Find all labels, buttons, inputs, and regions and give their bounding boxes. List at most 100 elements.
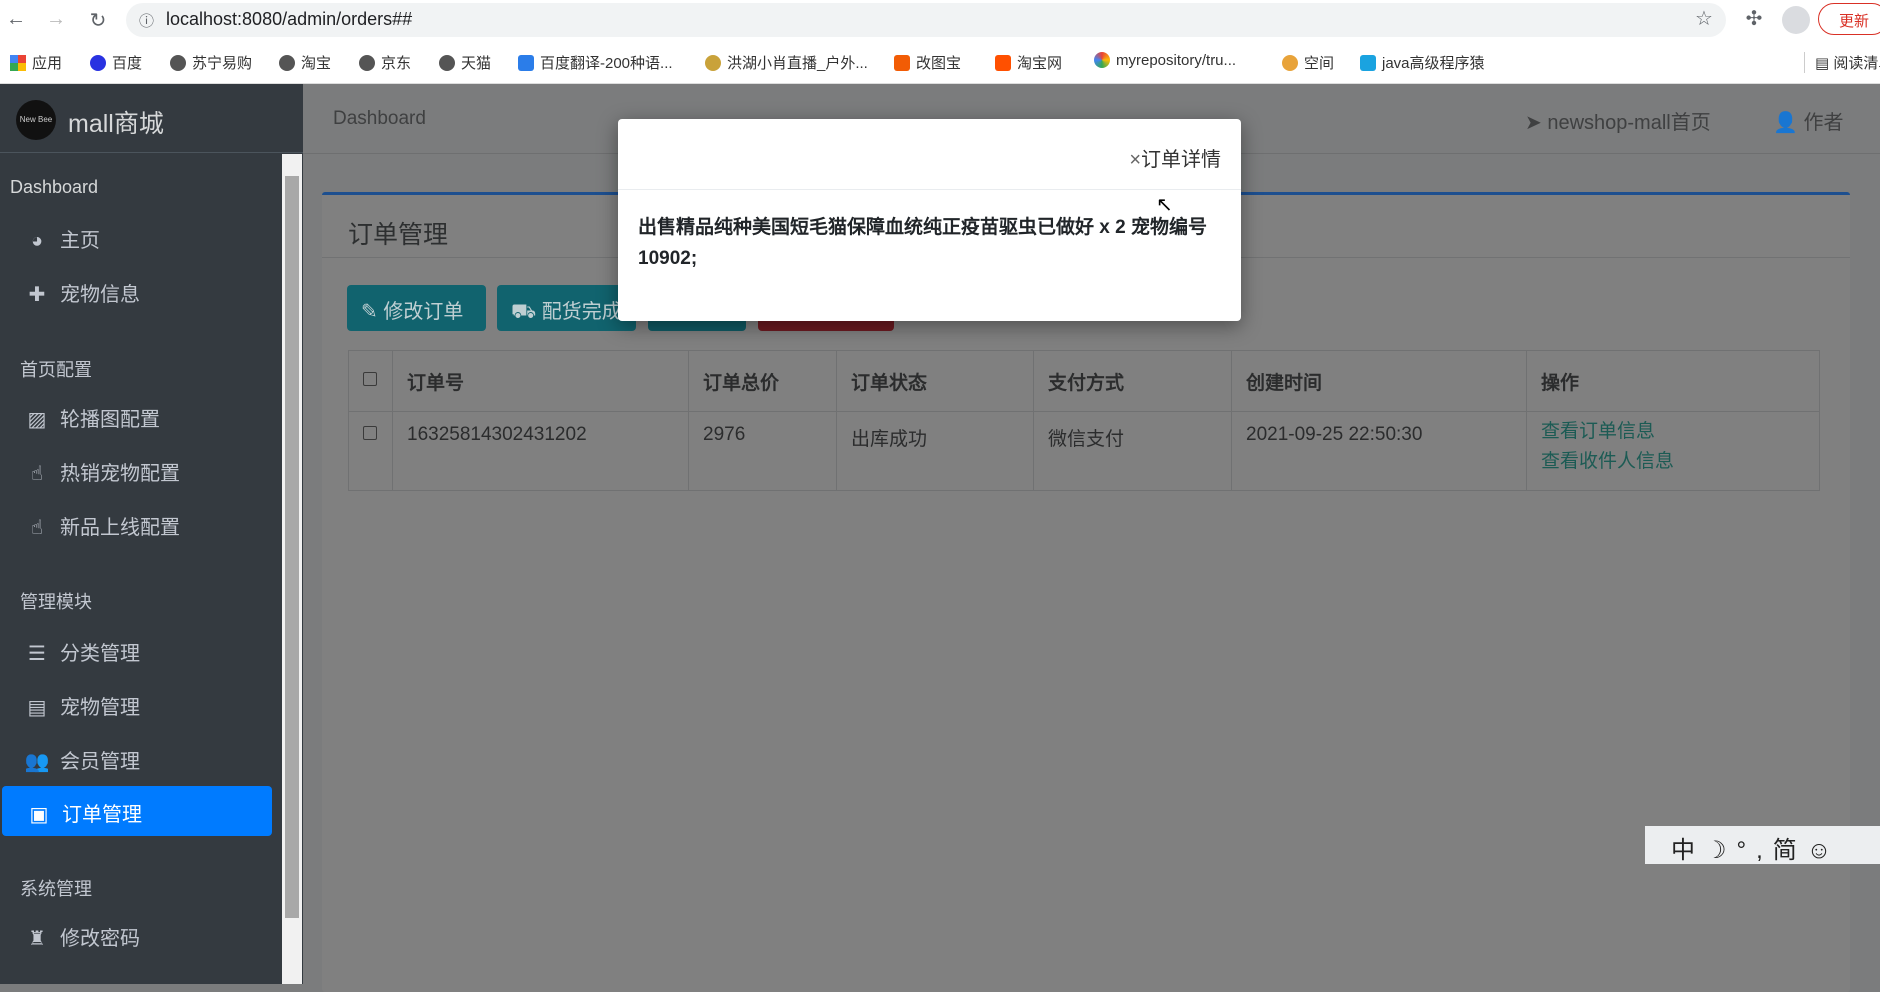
- scrollbar-thumb[interactable]: [285, 176, 299, 918]
- bookmark[interactable]: 淘宝网: [995, 52, 1062, 73]
- modal-header: ×订单详情: [618, 119, 1241, 190]
- bookmark[interactable]: 洪湖小肖直播_户外...: [705, 52, 868, 73]
- ime-toolbar: 中☽°,简☺: [1645, 826, 1880, 864]
- select-all-cell: [348, 350, 393, 412]
- bookmark[interactable]: java高级程序猿: [1360, 52, 1485, 73]
- modal-body: 出售精品纯种美国短毛猫保障血统纯正疫苗驱虫已做好 x 2 宠物编号 10902;: [638, 217, 1207, 269]
- bookmark[interactable]: 京东: [359, 52, 411, 73]
- bookmark[interactable]: 改图宝: [894, 52, 961, 73]
- order-number: 16325814302431202: [392, 411, 689, 491]
- truck-icon: ⛟: [511, 301, 542, 323]
- select-all-checkbox[interactable]: [363, 372, 377, 386]
- row-checkbox[interactable]: [363, 426, 377, 440]
- globe-icon: [359, 55, 375, 71]
- url-text[interactable]: localhost:8080/admin/orders##: [166, 9, 412, 30]
- user-icon: 👤: [1773, 112, 1804, 134]
- globe-icon: [279, 55, 295, 71]
- section-header: 系统管理: [20, 879, 92, 899]
- bookmark-apps[interactable]: 应用: [10, 52, 62, 73]
- ime-punctuation-toggle[interactable]: °,: [1737, 837, 1773, 864]
- sidebar-item-new-arrivals[interactable]: ☝ 新品上线配置: [0, 499, 272, 549]
- dashboard-icon: ◕: [30, 230, 44, 252]
- sidebar-item-members[interactable]: 👥 会员管理: [0, 733, 272, 783]
- plus-icon: ✚: [28, 284, 46, 306]
- bookmark[interactable]: 百度翻译-200种语...: [518, 52, 673, 73]
- sidebar-item-orders[interactable]: ▣ 订单管理: [2, 786, 272, 836]
- sidebar-item-pets[interactable]: ▤ 宠物管理: [0, 679, 272, 729]
- breadcrumb[interactable]: Dashboard: [333, 108, 426, 130]
- taobao-icon: [995, 55, 1011, 71]
- sidebar-item-carousel[interactable]: ▨ 轮播图配置: [0, 391, 272, 441]
- sidebar: New Bee mall商城 Dashboard ◕ 主页 ✚ 宠物信息 首页配置 …: [0, 84, 303, 984]
- column-header[interactable]: 支付方式: [1033, 350, 1232, 412]
- reading-list[interactable]: ▤ 阅读清单: [1804, 52, 1880, 73]
- money-icon: ▣: [29, 804, 49, 826]
- row-select-cell: [348, 411, 393, 491]
- update-button[interactable]: 更新: [1818, 3, 1880, 35]
- browser-toolbar: ← → ↻ ⓘ localhost:8080/admin/orders## ☆ …: [0, 0, 1880, 40]
- users-icon: 👥: [24, 751, 50, 773]
- sidebar-item-pet-info[interactable]: ✚ 宠物信息: [0, 266, 272, 316]
- view-recipient-link[interactable]: 查看收件人信息: [1541, 447, 1805, 477]
- reload-icon[interactable]: ↻: [86, 8, 110, 33]
- extensions-icon[interactable]: ✣: [1742, 6, 1766, 31]
- sidebar-item-change-password[interactable]: ♜ 修改密码: [0, 910, 272, 960]
- bookmark[interactable]: 苏宁易购: [170, 52, 252, 73]
- qzone-icon: [1282, 55, 1298, 71]
- forward-icon[interactable]: →: [44, 8, 68, 31]
- column-header[interactable]: 订单总价: [688, 350, 837, 412]
- table-header-row: 订单号 订单总价 订单状态 支付方式 创建时间 操作: [348, 350, 1820, 412]
- star-icon[interactable]: ☆: [1692, 6, 1716, 31]
- user-secret-icon: ♜: [28, 928, 46, 950]
- sidebar-item-hot-pets[interactable]: ☝ 热销宠物配置: [0, 445, 272, 495]
- edit-icon: ✎: [361, 301, 384, 323]
- order-status: 出库成功: [836, 411, 1034, 491]
- created-time: 2021-09-25 22:50:30: [1231, 411, 1527, 491]
- ime-simplified-toggle[interactable]: 简: [1773, 837, 1807, 864]
- bilibili-icon: [1360, 55, 1376, 71]
- column-header[interactable]: 订单号: [392, 350, 689, 412]
- bookmark[interactable]: myrepository/tru...: [1094, 52, 1236, 69]
- author-link[interactable]: 👤 作者: [1773, 106, 1843, 135]
- bookmark[interactable]: 空间: [1282, 52, 1334, 73]
- sidebar-item-home[interactable]: ◕ 主页: [0, 212, 272, 262]
- brand-link[interactable]: New Bee mall商城: [0, 84, 303, 153]
- column-header: 操作: [1526, 350, 1820, 412]
- view-order-link[interactable]: 查看订单信息: [1541, 417, 1805, 447]
- paper-plane-icon: ➤: [1525, 112, 1548, 134]
- orders-table: 订单号 订单总价 订单状态 支付方式 创建时间 操作 1632581430243…: [348, 350, 1820, 491]
- sidebar-item-categories[interactable]: ☰ 分类管理: [0, 625, 272, 675]
- section-header: 首页配置: [20, 360, 92, 380]
- bookmark[interactable]: 淘宝: [279, 52, 331, 73]
- home-link[interactable]: ➤ newshop-mall首页: [1525, 106, 1711, 135]
- globe-icon: [170, 55, 186, 71]
- ime-moon-icon[interactable]: ☽: [1705, 837, 1737, 864]
- edit-order-button[interactable]: ✎ 修改订单: [347, 285, 486, 331]
- ime-emoji-icon[interactable]: ☺: [1807, 837, 1842, 864]
- apps-icon: [10, 55, 26, 71]
- close-icon[interactable]: ×: [1129, 149, 1141, 171]
- reading-list-icon: ▤: [1815, 55, 1834, 72]
- info-icon[interactable]: ⓘ: [139, 10, 154, 31]
- translate-icon: [518, 55, 534, 71]
- list-icon: ☰: [28, 643, 46, 665]
- section-header: 管理模块: [20, 592, 92, 612]
- archive-icon: ▤: [27, 697, 47, 719]
- column-header[interactable]: 订单状态: [836, 350, 1034, 412]
- bookmark[interactable]: 百度: [90, 52, 142, 73]
- brand-logo: New Bee: [16, 100, 56, 140]
- profile-icon[interactable]: [1782, 6, 1810, 34]
- back-icon[interactable]: ←: [4, 8, 28, 31]
- bird-icon: [705, 55, 721, 71]
- hand-icon: ☝: [30, 463, 44, 485]
- column-header[interactable]: 创建时间: [1231, 350, 1527, 412]
- table-row: 16325814302431202 2976 出库成功 微信支付 2021-09…: [348, 411, 1820, 491]
- ime-chinese-toggle[interactable]: 中: [1671, 837, 1705, 864]
- image-icon: ▨: [27, 409, 47, 431]
- bookmark[interactable]: 天猫: [439, 52, 491, 73]
- section-header: Dashboard: [10, 177, 99, 197]
- modal-title: 订单详情: [1141, 149, 1221, 171]
- card-title: 订单管理: [348, 221, 449, 249]
- ship-complete-button[interactable]: ⛟ 配货完成: [497, 285, 636, 331]
- mouse-cursor-icon: ↖: [1156, 194, 1173, 216]
